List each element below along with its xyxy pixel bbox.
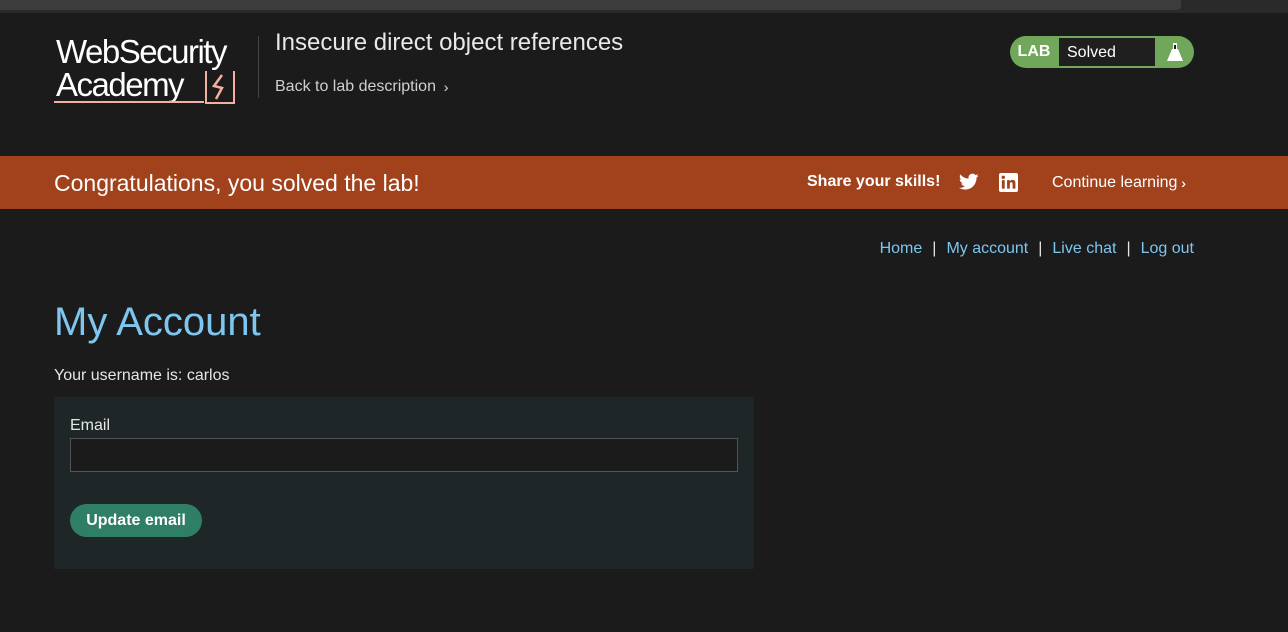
linkedin-icon[interactable] <box>999 173 1018 197</box>
nav-home-link[interactable]: Home <box>880 240 923 258</box>
email-input[interactable] <box>70 438 738 472</box>
web-security-academy-logo[interactable]: WebSecurity Academy <box>54 35 254 107</box>
nav-live-chat-link[interactable]: Live chat <box>1052 240 1116 258</box>
update-email-form: Email Update email <box>54 397 754 569</box>
continue-learning-link[interactable]: Continue learning ›› <box>1052 174 1186 192</box>
back-to-lab-description-link[interactable]: Back to lab description ›› <box>275 78 449 96</box>
nav-separator: | <box>1126 240 1131 257</box>
flask-icon <box>1156 42 1194 62</box>
congratulations-message: Congratulations, you solved the lab! <box>54 170 420 196</box>
nav-log-out-link[interactable]: Log out <box>1141 240 1194 258</box>
status-badge: Solved <box>1058 37 1156 67</box>
nav-separator: | <box>932 240 937 257</box>
continue-learning-label: Continue learning <box>1052 174 1178 191</box>
lab-badge: LAB <box>1017 43 1051 60</box>
nav-separator: | <box>1038 240 1043 257</box>
twitter-icon[interactable] <box>958 173 979 196</box>
header-divider <box>258 36 259 98</box>
username-display: Your username is: carlos <box>54 367 230 384</box>
logo-bolt-icon <box>205 71 235 104</box>
solved-banner: Congratulations, you solved the lab! Sha… <box>0 156 1288 209</box>
account-nav: Home | My account | Live chat | Log out <box>880 240 1194 258</box>
page-header: WebSecurity Academy Insecure direct obje… <box>0 13 1288 156</box>
browser-url-bar[interactable] <box>0 0 1181 10</box>
page-title: My Account <box>54 300 261 344</box>
logo-underline <box>54 101 204 103</box>
update-email-button[interactable]: Update email <box>70 504 202 537</box>
back-link-label: Back to lab description <box>275 78 436 95</box>
lab-title: Insecure direct object references <box>275 29 624 56</box>
nav-my-account-link[interactable]: My account <box>946 240 1028 258</box>
share-skills-label: Share your skills! <box>807 173 941 190</box>
browser-strip <box>0 0 1288 13</box>
logo-line2: Academy <box>56 66 185 103</box>
email-label: Email <box>70 417 111 434</box>
lab-status-widget: LAB Solved <box>1010 36 1194 68</box>
logo-line1: WebSecurity <box>56 33 227 70</box>
